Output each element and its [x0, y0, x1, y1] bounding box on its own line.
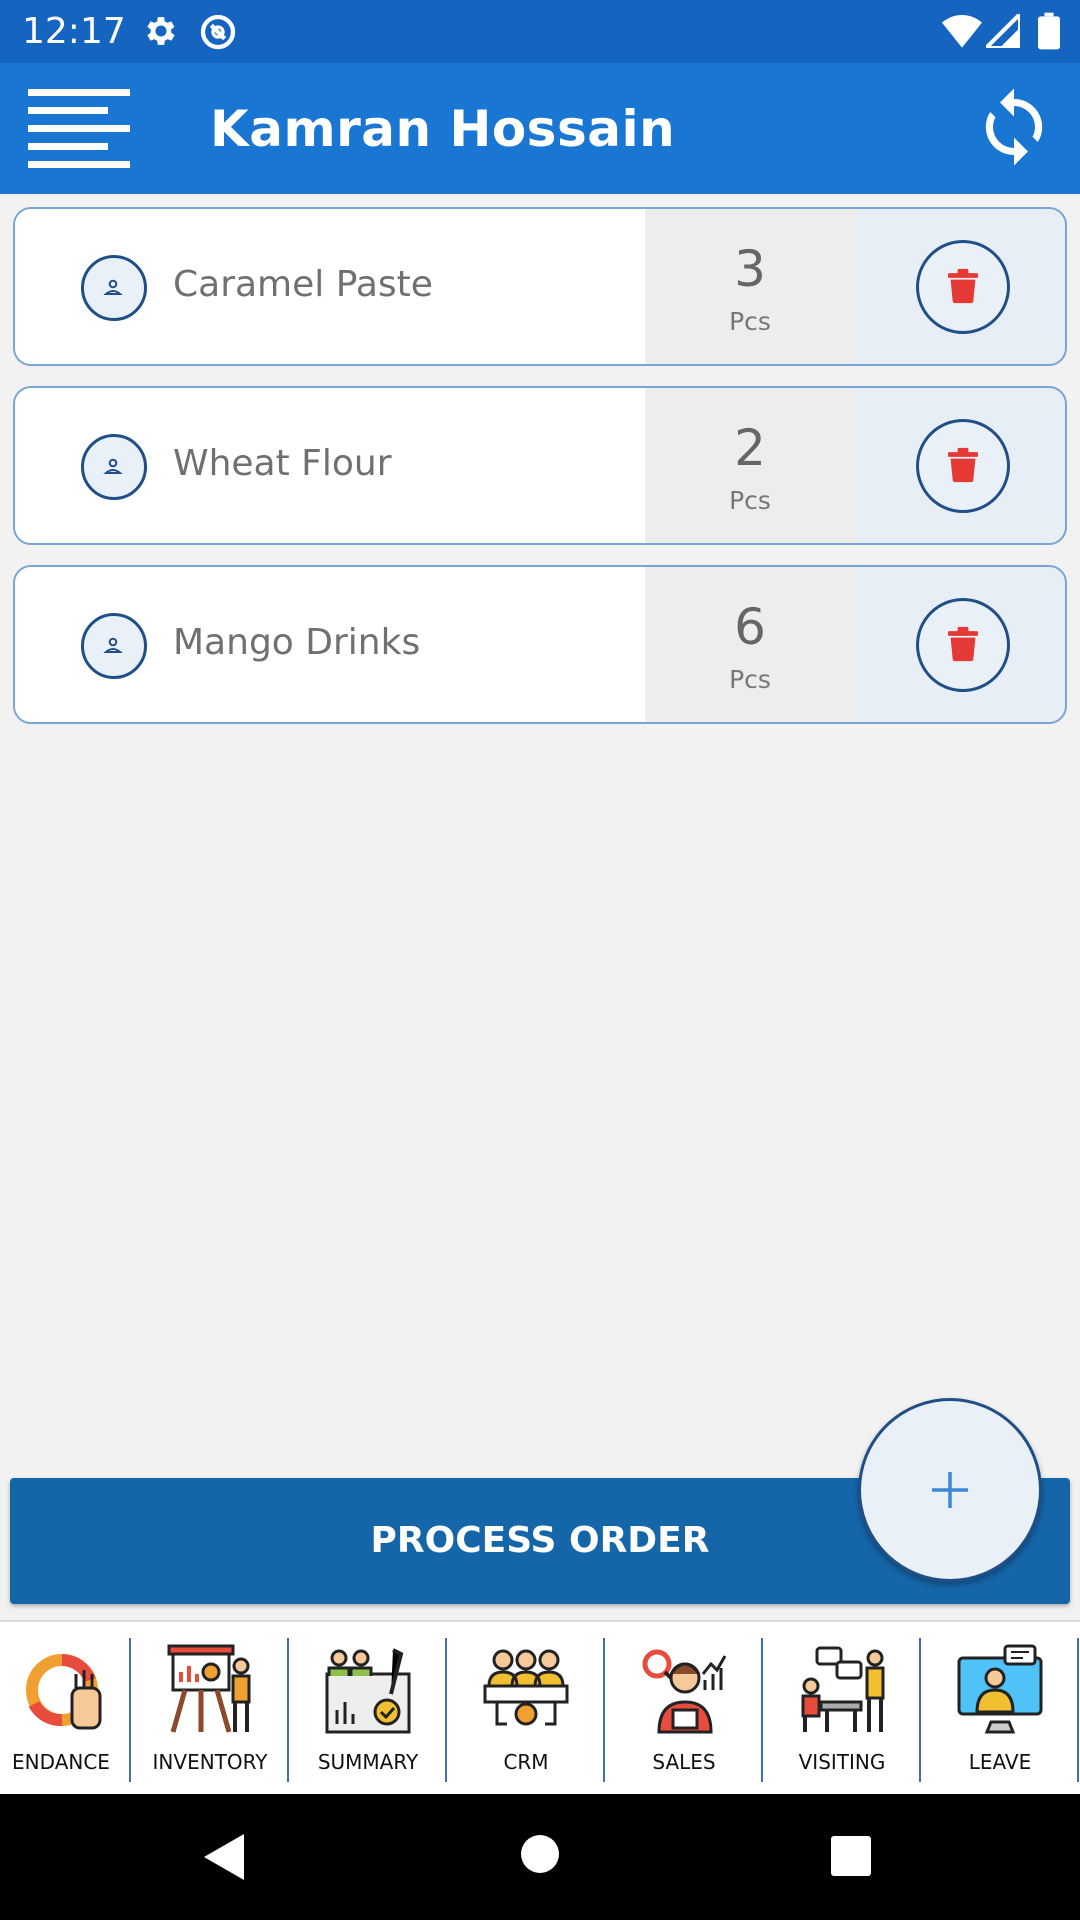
menu-button[interactable] [28, 89, 130, 169]
leave-icon [957, 1644, 1043, 1734]
refresh-icon [985, 88, 1043, 166]
add-item-button[interactable] [858, 1398, 1042, 1582]
nav-item-attendance[interactable]: ENDANCE [0, 1636, 130, 1782]
nav-label: VISITING [798, 1750, 886, 1774]
product-avatar-icon [81, 434, 147, 500]
order-item-list: Caramel Paste 3 Pcs Wheat Flour 2 Pcs Ma… [13, 207, 1067, 744]
delete-button[interactable] [916, 598, 1010, 692]
quantity-unit: Pcs [729, 307, 771, 336]
nav-label: LEAVE [968, 1750, 1032, 1774]
sales-icon [642, 1649, 727, 1734]
settings-icon [142, 12, 180, 55]
app-bar: Kamran Hossain [0, 63, 1080, 194]
order-item[interactable]: Wheat Flour 2 Pcs [13, 386, 1067, 545]
plus-icon [932, 1472, 968, 1508]
bottom-nav: ENDANCE INVENTORY SUMMARY CRM SALES VISI… [0, 1620, 1080, 1796]
signal-icon [981, 9, 1023, 53]
recents-icon[interactable] [831, 1836, 871, 1876]
wifi-icon [942, 14, 982, 53]
item-name: Caramel Paste [173, 264, 433, 305]
delete-button[interactable] [916, 419, 1010, 513]
nav-label: INVENTORY [152, 1750, 268, 1774]
quantity-value: 2 [734, 419, 766, 477]
quantity-box[interactable]: 3 Pcs [645, 209, 855, 364]
nav-item-summary[interactable]: SUMMARY [289, 1636, 447, 1782]
product-avatar-icon [81, 255, 147, 321]
nav-label: CRM [503, 1750, 549, 1774]
status-bar: 12:17 [0, 0, 1080, 63]
quantity-unit: Pcs [729, 486, 771, 515]
nav-item-crm[interactable]: CRM [447, 1636, 605, 1782]
nav-item-sales[interactable]: SALES [605, 1636, 763, 1782]
order-item[interactable]: Caramel Paste 3 Pcs [13, 207, 1067, 366]
trash-icon [948, 626, 978, 662]
item-name: Mango Drinks [173, 622, 421, 663]
visiting-icon [801, 1646, 885, 1732]
nav-label: SUMMARY [317, 1750, 419, 1774]
nav-label: SALES [652, 1750, 716, 1774]
back-icon[interactable] [204, 1834, 244, 1880]
status-time: 12:17 [22, 11, 126, 52]
attendance-icon [26, 1654, 102, 1730]
home-icon[interactable] [520, 1834, 560, 1874]
product-avatar-icon [81, 613, 147, 679]
order-item[interactable]: Mango Drinks 6 Pcs [13, 565, 1067, 724]
nav-label: ENDANCE [12, 1750, 110, 1774]
trash-icon [948, 447, 978, 483]
quantity-unit: Pcs [729, 665, 771, 694]
battery-icon [1038, 12, 1060, 55]
delete-button[interactable] [916, 240, 1010, 334]
quantity-value: 3 [734, 240, 766, 298]
refresh-button[interactable] [972, 85, 1056, 169]
nav-item-inventory[interactable]: INVENTORY [131, 1636, 289, 1782]
inventory-icon [167, 1644, 251, 1733]
system-nav-bar [0, 1794, 1080, 1920]
page-title: Kamran Hossain [210, 100, 676, 158]
quantity-value: 6 [734, 598, 766, 656]
quantity-box[interactable]: 2 Pcs [645, 388, 855, 543]
crm-icon [483, 1649, 569, 1726]
sync-status-icon [198, 12, 238, 57]
summary-icon [325, 1648, 411, 1734]
item-name: Wheat Flour [173, 443, 392, 484]
trash-icon [948, 268, 978, 304]
nav-item-leave[interactable]: LEAVE [921, 1636, 1079, 1782]
quantity-box[interactable]: 6 Pcs [645, 567, 855, 722]
nav-item-visiting[interactable]: VISITING [763, 1636, 921, 1782]
